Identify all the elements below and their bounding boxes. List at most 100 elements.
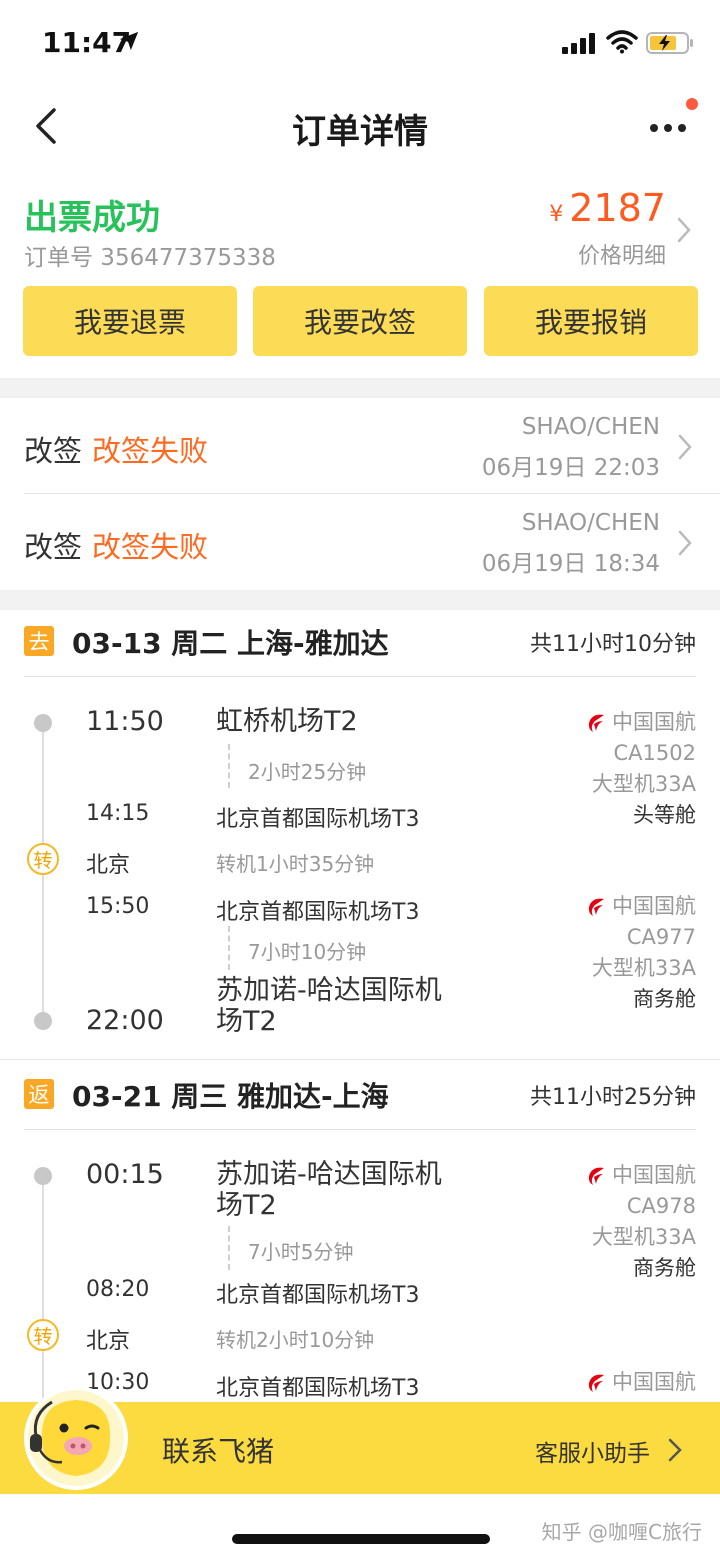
departure-airport: 北京首都国际机场T3 bbox=[216, 900, 420, 925]
order-number: 订单号 356477375338 bbox=[24, 245, 276, 271]
cabin-class: 商务舱 bbox=[633, 1256, 696, 1280]
action-buttons: 我要退票 我要改签 我要报销 bbox=[0, 286, 720, 356]
timeline-line bbox=[42, 1176, 44, 1402]
return-badge: 返 bbox=[24, 1079, 54, 1109]
change-time: 06月19日 22:03 bbox=[481, 455, 660, 481]
arrival-time: 14:15 bbox=[86, 801, 150, 826]
departure-dot bbox=[34, 1167, 52, 1185]
more-icon[interactable] bbox=[646, 114, 690, 138]
passenger-name: SHAO/CHEN bbox=[521, 510, 660, 536]
departure-airport: 虹桥机场T2 bbox=[216, 706, 358, 737]
airline-name: 中国国航 bbox=[612, 710, 696, 734]
airline-logo-icon bbox=[588, 1167, 604, 1185]
aircraft-type: 大型机33A bbox=[591, 772, 696, 796]
transfer-badge: 转 bbox=[27, 843, 59, 875]
passenger-name: SHAO/CHEN bbox=[521, 414, 660, 440]
change-record-row[interactable]: 改签 改签失败 SHAO/CHEN 06月19日 22:03 bbox=[0, 398, 720, 494]
departure-airport-line1: 苏加诺-哈达国际机 bbox=[216, 1159, 442, 1190]
departure-time: 00:15 bbox=[86, 1159, 164, 1190]
location-arrow-icon bbox=[119, 31, 139, 51]
segment-title: 03-13 周二 上海-雅加达 bbox=[72, 627, 389, 660]
flight-duration: 7小时10分钟 bbox=[248, 940, 367, 964]
status-bar: 11:47 bbox=[0, 0, 720, 88]
page-title: 订单详情 bbox=[292, 112, 428, 152]
notification-dot bbox=[686, 98, 698, 110]
transfer-city: 北京 bbox=[86, 1329, 131, 1354]
segment-title: 03-21 周三 雅加达-上海 bbox=[72, 1080, 389, 1113]
departure-time: 15:50 bbox=[86, 894, 150, 919]
flight-duration: 7小时5分钟 bbox=[248, 1240, 354, 1264]
arrival-time: 22:00 bbox=[86, 1005, 164, 1036]
change-type: 改签 bbox=[24, 530, 83, 564]
flight-duration: 2小时25分钟 bbox=[248, 760, 367, 784]
nav-bar: 订单详情 bbox=[0, 88, 720, 164]
change-result: 改签失败 bbox=[92, 530, 209, 564]
contact-label: 联系飞猪 bbox=[162, 1435, 275, 1468]
departure-time: 11:50 bbox=[86, 706, 164, 737]
arrival-airport: 北京首都国际机场T3 bbox=[216, 807, 420, 832]
currency-symbol: ¥ bbox=[549, 202, 564, 227]
flight-dashline bbox=[228, 926, 230, 970]
footer: 知乎 @咖喱C旅行 bbox=[0, 1494, 720, 1559]
contact-bar[interactable]: 联系飞猪 客服小助手 bbox=[0, 1386, 720, 1494]
chevron-right-icon[interactable] bbox=[676, 216, 692, 244]
divider bbox=[24, 1129, 696, 1130]
flight-number: CA1502 bbox=[613, 741, 696, 765]
home-indicator bbox=[232, 1534, 490, 1544]
reimburse-button[interactable]: 我要报销 bbox=[484, 286, 698, 356]
flight-dashline bbox=[228, 744, 230, 788]
segment-header-outbound: 去 03-13 周二 上海-雅加达 共11小时10分钟 bbox=[0, 610, 720, 676]
price-detail-link[interactable]: 价格明细 bbox=[578, 238, 666, 270]
battery-icon bbox=[646, 32, 693, 54]
aircraft-type: 大型机33A bbox=[591, 956, 696, 980]
section-separator bbox=[0, 590, 720, 610]
airline-name: 中国国航 bbox=[612, 894, 696, 918]
ticket-status: 出票成功 bbox=[24, 198, 160, 238]
divider bbox=[24, 676, 696, 677]
refund-button[interactable]: 我要退票 bbox=[23, 286, 237, 356]
airline-info: 中国国航 bbox=[584, 1367, 696, 1398]
change-record-row[interactable]: 改签 改签失败 SHAO/CHEN 06月19日 18:34 bbox=[0, 494, 720, 590]
signal-icon bbox=[562, 33, 595, 54]
aircraft-type: 大型机33A bbox=[591, 1225, 696, 1249]
airline-info: 中国国航 CA977 大型机33A 商务舱 bbox=[584, 891, 696, 1015]
flight-number: CA977 bbox=[626, 925, 696, 949]
cabin-class: 头等舱 bbox=[633, 803, 696, 827]
cabin-class: 商务舱 bbox=[633, 987, 696, 1011]
chevron-right-icon bbox=[678, 530, 692, 556]
segment-duration: 共11小时25分钟 bbox=[530, 1085, 696, 1110]
customer-service-link[interactable]: 客服小助手 bbox=[535, 1434, 650, 1468]
segment-header-return: 返 03-21 周三 雅加达-上海 共11小时25分钟 bbox=[0, 1063, 720, 1129]
total-price[interactable]: ¥ 2187 bbox=[549, 186, 666, 230]
departure-airport-line2: 场T2 bbox=[216, 1190, 277, 1221]
section-separator bbox=[0, 378, 720, 398]
arrival-airport-line2: 场T2 bbox=[216, 1006, 277, 1037]
departure-airport: 北京首都国际机场T3 bbox=[216, 1376, 420, 1401]
airline-logo-icon bbox=[588, 714, 604, 732]
airline-logo-icon bbox=[588, 898, 604, 916]
order-summary: 出票成功 订单号 356477375338 ¥ 2187 价格明细 我要退票 我… bbox=[0, 180, 720, 380]
chevron-right-icon[interactable] bbox=[668, 1438, 682, 1462]
arrival-airport: 北京首都国际机场T3 bbox=[216, 1283, 420, 1308]
arrival-airport-line1: 苏加诺-哈达国际机 bbox=[216, 975, 442, 1006]
transfer-city: 北京 bbox=[86, 853, 131, 878]
airline-logo-icon bbox=[588, 1374, 604, 1392]
departure-dot bbox=[34, 714, 52, 732]
flight-number: CA978 bbox=[626, 1194, 696, 1218]
change-result: 改签失败 bbox=[92, 434, 209, 468]
airline-name: 中国国航 bbox=[612, 1370, 696, 1394]
airline-info: 中国国航 CA1502 大型机33A 头等舱 bbox=[584, 707, 696, 831]
arrival-time: 08:20 bbox=[86, 1277, 150, 1302]
change-type: 改签 bbox=[24, 434, 83, 468]
arrival-dot bbox=[34, 1012, 52, 1030]
transfer-info: 转机2小时10分钟 bbox=[216, 1328, 375, 1352]
mascot-icon bbox=[24, 1386, 128, 1490]
chevron-right-icon bbox=[678, 434, 692, 460]
change-time: 06月19日 18:34 bbox=[481, 551, 660, 577]
airline-name: 中国国航 bbox=[612, 1163, 696, 1187]
wifi-icon bbox=[606, 30, 638, 54]
transfer-info: 转机1小时35分钟 bbox=[216, 852, 375, 876]
change-ticket-button[interactable]: 我要改签 bbox=[253, 286, 467, 356]
flight-dashline bbox=[228, 1226, 230, 1270]
transfer-badge: 转 bbox=[27, 1319, 59, 1351]
